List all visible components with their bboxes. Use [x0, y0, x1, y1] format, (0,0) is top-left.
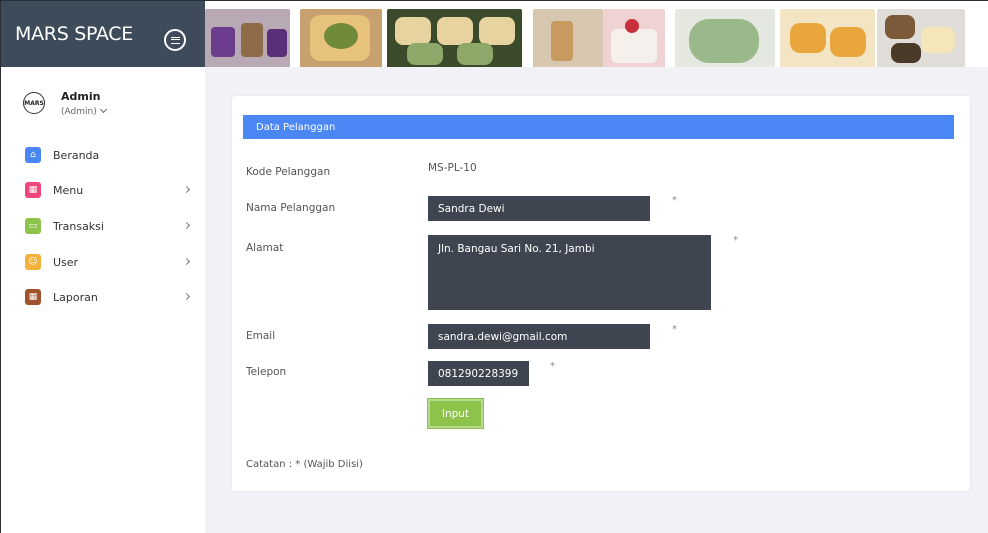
grid-icon: ▦	[25, 182, 41, 198]
banner-photo	[603, 9, 665, 67]
user-name: Admin	[61, 90, 101, 103]
required-mark: *	[550, 361, 555, 372]
chat-icon: ▭	[25, 218, 41, 234]
food-banner	[205, 1, 988, 67]
chevron-down-icon[interactable]	[99, 105, 107, 114]
banner-photo	[300, 9, 382, 67]
sidebar-item-label: Transaksi	[53, 219, 104, 233]
sidebar: MARS Admin (Admin) ⌂ Beranda ▦ Menu ▭ Tr…	[1, 67, 205, 533]
sidebar-item-laporan[interactable]: ▦ Laporan	[25, 287, 197, 307]
email-field[interactable]	[428, 324, 650, 349]
brand-bar: MARS SPACE	[1, 1, 205, 67]
banner-photo	[205, 9, 290, 67]
user-icon: ☺	[25, 254, 41, 270]
sidebar-item-label: Laporan	[53, 290, 98, 304]
required-mark: *	[672, 195, 677, 206]
sidebar-item-transaksi[interactable]: ▭ Transaksi	[25, 216, 197, 236]
hamburger-icon[interactable]	[164, 29, 186, 51]
address-field[interactable]: Jln. Bangau Sari No. 21, Jambi	[428, 235, 711, 310]
phone-field[interactable]	[428, 361, 529, 386]
avatar: MARS	[23, 92, 45, 114]
customer-form-card: Data Pelanggan Kode Pelanggan MS-PL-10 N…	[232, 96, 970, 491]
name-label: Nama Pelanggan	[246, 202, 336, 214]
banner-photo	[877, 9, 965, 67]
chevron-right-icon	[182, 292, 191, 301]
email-label: Email	[246, 330, 276, 342]
sidebar-item-label: Menu	[53, 183, 84, 197]
name-field[interactable]	[428, 196, 650, 221]
user-profile[interactable]: MARS Admin (Admin)	[23, 90, 107, 117]
home-icon: ⌂	[25, 147, 41, 163]
main-content: Data Pelanggan Kode Pelanggan MS-PL-10 N…	[205, 67, 988, 533]
brand-title: MARS SPACE	[15, 23, 133, 45]
sidebar-item-beranda[interactable]: ⌂ Beranda	[25, 145, 197, 165]
required-note: Catatan : * (Wajib Diisi)	[246, 459, 363, 470]
code-label: Kode Pelanggan	[246, 166, 331, 178]
sidebar-item-label: User	[53, 255, 79, 269]
address-label: Alamat	[246, 242, 284, 254]
sidebar-item-menu[interactable]: ▦ Menu	[25, 180, 197, 200]
chevron-right-icon	[182, 257, 191, 266]
banner-photo	[675, 9, 775, 67]
required-mark: *	[733, 235, 738, 246]
banner-photo	[533, 9, 603, 67]
banner-photo	[780, 9, 875, 67]
required-mark: *	[672, 324, 677, 335]
input-button[interactable]: Input	[427, 398, 484, 429]
banner-photo	[387, 9, 522, 67]
user-role: (Admin)	[61, 105, 107, 117]
phone-label: Telepon	[246, 366, 287, 378]
form-header: Data Pelanggan	[243, 115, 954, 139]
sidebar-item-label: Beranda	[53, 148, 100, 162]
chevron-right-icon	[182, 185, 191, 194]
chevron-right-icon	[182, 221, 191, 230]
grid-icon: ▦	[25, 289, 41, 305]
sidebar-item-user[interactable]: ☺ User	[25, 252, 197, 272]
code-value: MS-PL-10	[428, 162, 477, 174]
